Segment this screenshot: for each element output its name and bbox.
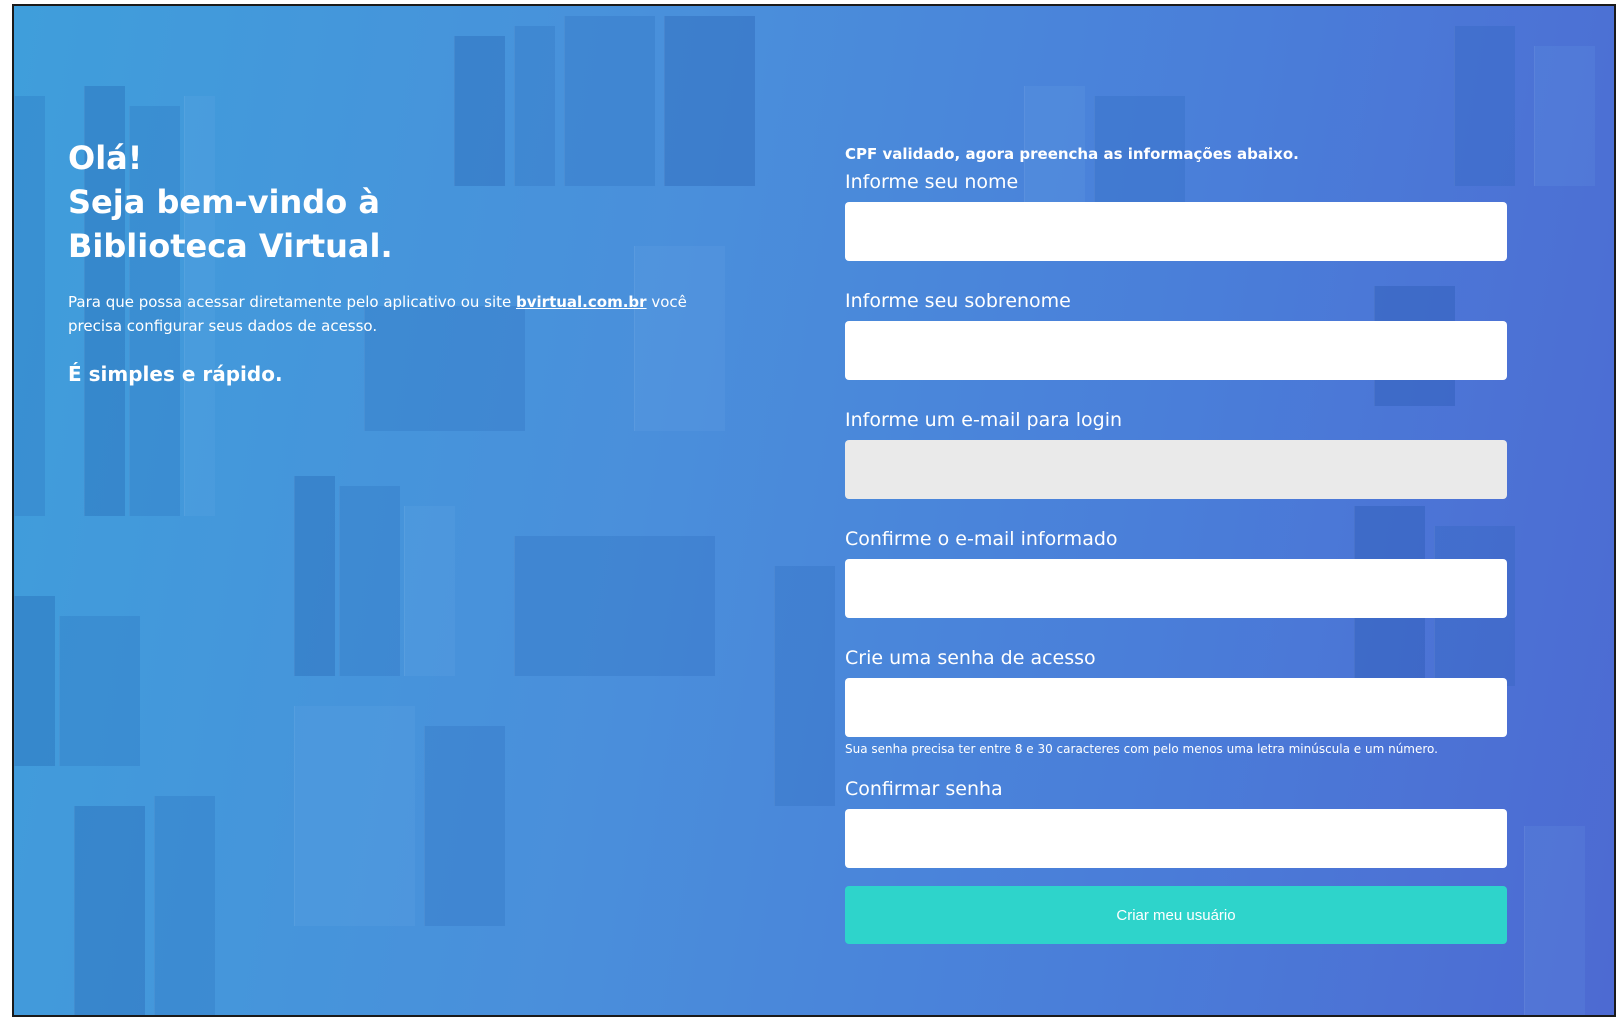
welcome-line: Seja bem-vindo à — [68, 183, 380, 221]
password-label: Crie uma senha de acesso — [845, 647, 1096, 669]
cpf-validated-notice: CPF validado, agora preencha as informaç… — [845, 145, 1299, 163]
intro-paragraph: Para que possa acessar diretamente pelo … — [68, 290, 728, 338]
greeting-text: Olá! — [68, 139, 143, 177]
registration-form: CPF validado, agora preencha as informaç… — [845, 144, 1507, 944]
welcome-panel: Olá! Seja bem-vindo à Biblioteca Virtual… — [68, 136, 728, 386]
intro-text-before: Para que possa acessar diretamente pelo … — [68, 293, 517, 311]
first-name-label: Informe seu nome — [845, 171, 1019, 193]
login-email-input — [845, 440, 1507, 499]
last-name-input[interactable] — [845, 321, 1507, 380]
first-name-input[interactable] — [845, 202, 1507, 261]
confirm-password-input[interactable] — [845, 809, 1507, 868]
library-name: Biblioteca Virtual. — [68, 227, 393, 265]
confirm-email-input[interactable] — [845, 559, 1507, 618]
login-email-label: Informe um e-mail para login — [845, 409, 1123, 431]
create-user-button[interactable]: Criar meu usuário — [845, 886, 1507, 944]
confirm-password-label: Confirmar senha — [845, 778, 1003, 800]
tagline: É simples e rápido. — [68, 362, 283, 386]
password-input[interactable] — [845, 678, 1507, 737]
confirm-email-label: Confirme o e-mail informado — [845, 528, 1118, 550]
last-name-label: Informe seu sobrenome — [845, 290, 1071, 312]
bvirtual-link[interactable]: bvirtual.com.br — [516, 293, 647, 311]
page-frame: Olá! Seja bem-vindo à Biblioteca Virtual… — [12, 4, 1616, 1017]
welcome-heading: Olá! Seja bem-vindo à Biblioteca Virtual… — [68, 136, 728, 268]
password-hint: Sua senha precisa ter entre 8 e 30 carac… — [845, 742, 1438, 756]
